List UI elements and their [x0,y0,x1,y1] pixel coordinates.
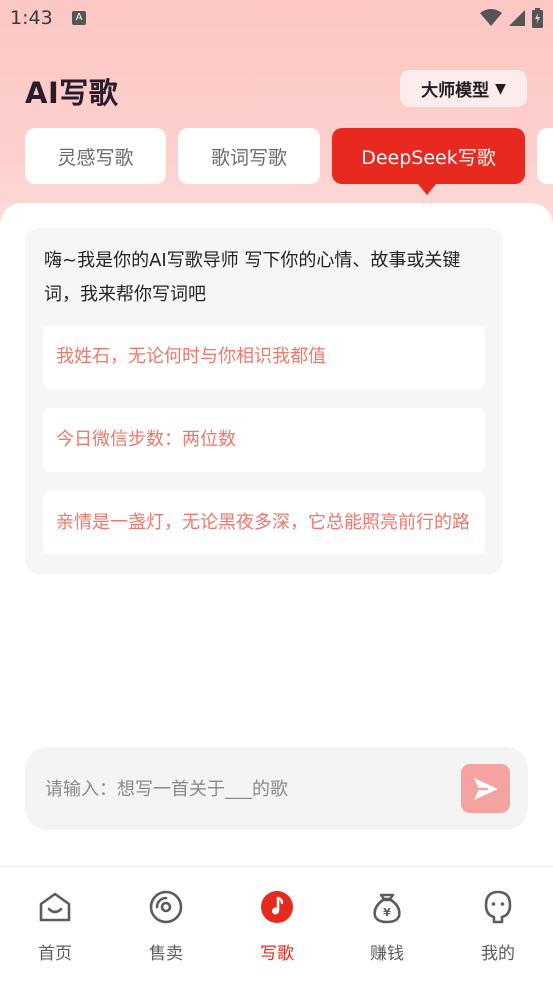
nav-write-song[interactable]: 写歌 [222,867,332,985]
nav-label: 售卖 [149,944,183,964]
disc-icon [149,890,183,924]
nav-label: 写歌 [260,944,294,964]
assistant-greeting: 嗨~我是你的AI写歌导师 写下你的心情、故事或关键词，我来帮你写词吧 [44,250,461,305]
message-input-box [25,747,528,832]
nav-label: 我的 [481,944,515,964]
suggestion-item[interactable]: 今日微信步数：两位数 [43,408,485,472]
notification-icon: A [72,11,86,25]
nav-sell[interactable]: 售卖 [111,867,221,985]
signal-icon [509,10,525,26]
money-bag-icon: ¥ [373,893,401,924]
svg-text:¥: ¥ [383,906,391,919]
battery-icon [532,8,543,28]
send-icon [473,777,498,800]
suggestion-item[interactable]: 亲情是一盏灯，无论黑夜多深，它总能照亮前行的路 [43,491,485,555]
page-title: AI写歌 [25,76,119,110]
suggestion-item[interactable]: 我姓石，无论何时与你相识我都值 [43,325,485,389]
message-input[interactable] [43,747,447,832]
nav-profile[interactable]: 我的 [443,867,553,985]
home-icon [39,892,71,922]
status-time: 1:43 [10,7,53,29]
music-note-icon [261,891,293,923]
nav-earn[interactable]: ¥ 赚钱 [332,867,442,985]
nav-label: 首页 [38,944,72,964]
active-tab-pointer [418,184,436,195]
bottom-navigation: 首页 售卖 写歌 ¥ 赚钱 我的 [0,866,553,985]
model-selector-label: 大师模型 [421,81,490,101]
tab-more-partial[interactable] [537,128,553,184]
tab-inspiration[interactable]: 灵感写歌 [25,128,166,184]
wifi-icon [480,9,502,26]
status-icons [480,8,543,28]
caret-down-icon: ▼ [495,80,506,97]
tab-deepseek[interactable]: DeepSeek写歌 [332,128,525,184]
model-selector-button[interactable]: 大师模型 ▼ [400,70,527,107]
profile-icon [484,890,512,924]
status-bar: 1:43 A [0,0,553,38]
tab-lyrics[interactable]: 歌词写歌 [178,128,320,184]
nav-home[interactable]: 首页 [0,867,110,985]
send-button[interactable] [461,764,510,813]
nav-label: 赚钱 [370,944,404,964]
